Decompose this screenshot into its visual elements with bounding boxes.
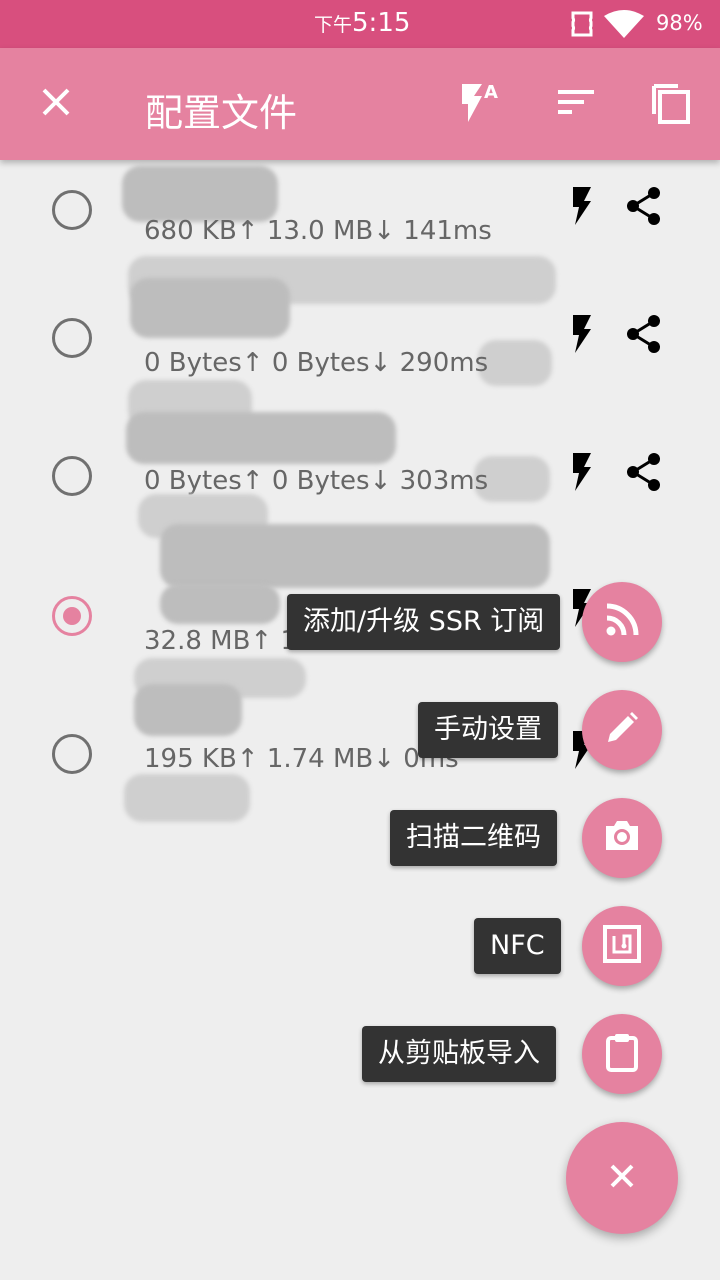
profile-item[interactable]: 0 Bytes↑ 0 Bytes↓ 303ms: [0, 380, 720, 510]
nfc-label[interactable]: NFC: [474, 918, 561, 974]
scan-qr-button[interactable]: [582, 798, 662, 878]
subscription-label[interactable]: 添加/升级 SSR 订阅: [287, 594, 561, 650]
share-button[interactable]: [622, 314, 666, 358]
clipboard-icon: [604, 1032, 640, 1076]
flash-icon: [569, 451, 595, 497]
profile-radio[interactable]: [52, 318, 92, 358]
close-icon: [40, 86, 72, 122]
wifi-icon: [604, 10, 644, 42]
page-title: 配置文件: [145, 91, 298, 135]
flash-icon: [569, 313, 595, 359]
redacted-name: [122, 166, 278, 222]
share-icon: [624, 186, 664, 230]
app-toolbar: 配置文件 A: [0, 48, 720, 160]
profile-radio[interactable]: [52, 734, 92, 774]
import-clipboard-button[interactable]: [582, 1014, 662, 1094]
copy-button[interactable]: [646, 80, 694, 128]
profile-item[interactable]: 0 Bytes↑ 0 Bytes↓ 290ms: [0, 250, 720, 390]
manual-label[interactable]: 手动设置: [418, 702, 558, 758]
test-latency-button[interactable]: A: [456, 80, 504, 128]
camera-icon: [602, 818, 642, 858]
redacted-name: [130, 278, 290, 338]
test-latency-button[interactable]: [560, 186, 604, 230]
close-icon: [609, 1163, 635, 1193]
profile-item[interactable]: 680 KB↑ 13.0 MB↓ 141ms: [0, 160, 720, 260]
share-icon: [624, 452, 664, 496]
share-button[interactable]: [622, 186, 666, 230]
share-icon: [624, 314, 664, 358]
close-button[interactable]: [32, 80, 80, 128]
profile-radio[interactable]: [52, 456, 92, 496]
fab-close-button[interactable]: [566, 1122, 678, 1234]
status-time: 下午5:15: [314, 8, 411, 38]
redacted-name: [160, 524, 550, 588]
redacted-name: [160, 584, 280, 624]
scan-label[interactable]: 扫描二维码: [390, 810, 557, 866]
battery-level: 98%: [656, 11, 703, 35]
add-subscription-button[interactable]: [582, 582, 662, 662]
pencil-icon: [604, 710, 640, 750]
profile-stats: 680 KB↑ 13.0 MB↓ 141ms: [144, 216, 492, 246]
notification-icon: [568, 10, 596, 42]
clipboard-label[interactable]: 从剪贴板导入: [362, 1026, 556, 1082]
profile-radio-checked[interactable]: [52, 596, 92, 636]
rss-icon: [604, 602, 640, 642]
svg-text:A: A: [484, 82, 498, 103]
profile-stats: 0 Bytes↑ 0 Bytes↓ 290ms: [144, 348, 489, 378]
profile-stats: 0 Bytes↑ 0 Bytes↓ 303ms: [144, 466, 489, 496]
test-latency-button[interactable]: [560, 314, 604, 358]
nfc-icon: [602, 924, 642, 968]
copy-icon: [648, 80, 692, 128]
test-latency-button[interactable]: [560, 452, 604, 496]
status-bar: 下午5:15 98%: [0, 0, 720, 48]
sort-icon: [556, 86, 596, 122]
redacted-name: [126, 412, 396, 464]
sort-button[interactable]: [552, 80, 600, 128]
nfc-button[interactable]: [582, 906, 662, 986]
flash-auto-icon: A: [456, 78, 504, 130]
share-button[interactable]: [622, 452, 666, 496]
flash-icon: [569, 185, 595, 231]
profile-radio[interactable]: [52, 190, 92, 230]
redacted-name: [124, 774, 250, 822]
manual-settings-button[interactable]: [582, 690, 662, 770]
redacted-name: [134, 684, 242, 736]
profile-stats: 195 KB↑ 1.74 MB↓ 0ms: [144, 744, 459, 774]
